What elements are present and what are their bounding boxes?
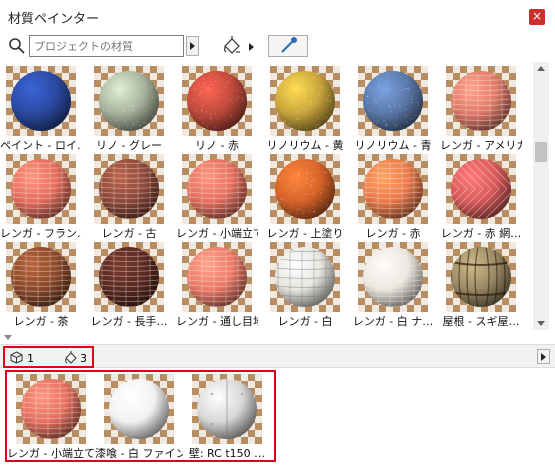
material-label: レンガ - アメリカ…: [440, 139, 522, 152]
material-label: リノ - グレー: [96, 139, 162, 152]
material-label: リノ - 赤: [195, 139, 239, 152]
material-swatch: [182, 154, 252, 224]
material-tile[interactable]: レンガ - 長手…: [88, 242, 170, 328]
search-input[interactable]: [29, 35, 184, 57]
material-tile[interactable]: レンガ - 赤: [352, 154, 434, 240]
material-label: レンガ - 小端立て: [7, 447, 95, 460]
scroll-up-arrow[interactable]: [537, 66, 545, 71]
material-label: レンガ - 白 ナ…: [352, 315, 434, 328]
material-tile[interactable]: レンガ - アメリカ…: [440, 66, 522, 152]
material-label: レンガ - 赤 網…: [440, 227, 522, 240]
material-label: レンガ - 長手…: [90, 315, 168, 328]
material-swatch: [94, 242, 164, 312]
material-label: 壁: RC t150 …: [188, 447, 266, 460]
material-label: レンガ - 古: [101, 227, 157, 240]
material-swatch: [182, 66, 252, 136]
selection-counts: 1 3: [3, 346, 94, 368]
material-swatch: [358, 154, 428, 224]
paint-bucket-icon: [65, 351, 77, 364]
element-cube-icon: [10, 351, 23, 364]
material-label: リノリウム - 青: [354, 139, 432, 152]
material-label: レンガ - フラン…: [0, 227, 82, 240]
selection-summary-bar: 1 3: [0, 344, 555, 368]
material-swatch: [358, 66, 428, 136]
material-swatch: [16, 374, 86, 444]
material-swatch: [270, 66, 340, 136]
material-label: レンガ - 白: [277, 315, 333, 328]
eyedropper-button[interactable]: [268, 35, 308, 57]
window-title: 材質ペインター: [8, 12, 100, 27]
material-tile[interactable]: レンガ - 通し目地: [176, 242, 258, 328]
close-button[interactable]: ×: [529, 9, 545, 25]
used-material-tile[interactable]: 壁: RC t150 …: [183, 374, 271, 460]
toolbar: [0, 32, 555, 60]
material-count: 3: [80, 352, 87, 365]
material-tile[interactable]: リノ - グレー: [88, 66, 170, 152]
material-tile[interactable]: 屋根 - スギ屋…: [440, 242, 522, 328]
collapse-arrow-icon[interactable]: [4, 335, 12, 340]
eyedropper-icon: [281, 37, 297, 53]
material-swatch: [94, 154, 164, 224]
used-materials-panel: レンガ - 小端立て 漆喰 - 白 ファイン 壁: RC t150 …: [5, 370, 276, 462]
material-tile[interactable]: ペイント - ロイ…: [0, 66, 82, 152]
material-swatch: [6, 154, 76, 224]
window-titlebar: 材質ペインター ×: [0, 0, 555, 32]
material-label: リノリウム - 黄: [266, 139, 344, 152]
material-swatch: [270, 242, 340, 312]
material-tile[interactable]: リノリウム - 黄: [264, 66, 346, 152]
scroll-thumb[interactable]: [535, 142, 547, 162]
material-tile[interactable]: レンガ - 白 ナ…: [352, 242, 434, 328]
material-label: ペイント - ロイ…: [0, 139, 82, 152]
material-swatch: [182, 242, 252, 312]
bucket-menu-arrow[interactable]: [249, 43, 254, 51]
material-tile[interactable]: リノリウム - 青: [352, 66, 434, 152]
material-tile[interactable]: レンガ - 白: [264, 242, 346, 328]
used-material-tile[interactable]: レンガ - 小端立て: [7, 374, 95, 460]
material-swatch: [446, 242, 516, 312]
material-tile[interactable]: リノ - 赤: [176, 66, 258, 152]
search-icon[interactable]: [8, 37, 26, 55]
grid-scrollbar[interactable]: [533, 62, 549, 330]
material-swatch: [94, 66, 164, 136]
material-tile[interactable]: レンガ - 茶: [0, 242, 82, 328]
material-label: レンガ - 小端立て: [176, 227, 258, 240]
material-swatch: [6, 242, 76, 312]
material-swatch: [446, 154, 516, 224]
material-label: レンガ - 通し目地: [176, 315, 258, 328]
material-label: 漆喰 - 白 ファイン: [95, 447, 183, 460]
materials-grid: ペイント - ロイ… リノ - グレー リノ - 赤 リノリウム - 黄 リノリ…: [0, 62, 555, 332]
material-label: レンガ - 上塗り: [266, 227, 344, 240]
search-go-button[interactable]: [186, 36, 199, 56]
element-count: 1: [27, 352, 34, 365]
scroll-down-arrow[interactable]: [537, 321, 545, 326]
material-tile[interactable]: レンガ - 上塗り: [264, 154, 346, 240]
material-swatch: [104, 374, 174, 444]
material-tile[interactable]: レンガ - 赤 網…: [440, 154, 522, 240]
material-swatch: [446, 66, 516, 136]
pane-splitter[interactable]: [0, 333, 555, 343]
material-swatch: [192, 374, 262, 444]
material-label: 屋根 - スギ屋…: [442, 315, 520, 328]
material-tile[interactable]: レンガ - 古: [88, 154, 170, 240]
used-material-tile[interactable]: 漆喰 - 白 ファイン: [95, 374, 183, 460]
expand-button[interactable]: [537, 349, 550, 364]
material-swatch: [358, 242, 428, 312]
material-tile[interactable]: レンガ - フラン…: [0, 154, 82, 240]
paint-bucket-icon[interactable]: [221, 35, 243, 57]
material-label: レンガ - 茶: [13, 315, 69, 328]
material-swatch: [270, 154, 340, 224]
material-swatch: [6, 66, 76, 136]
material-tile[interactable]: レンガ - 小端立て: [176, 154, 258, 240]
material-label: レンガ - 赤: [365, 227, 421, 240]
